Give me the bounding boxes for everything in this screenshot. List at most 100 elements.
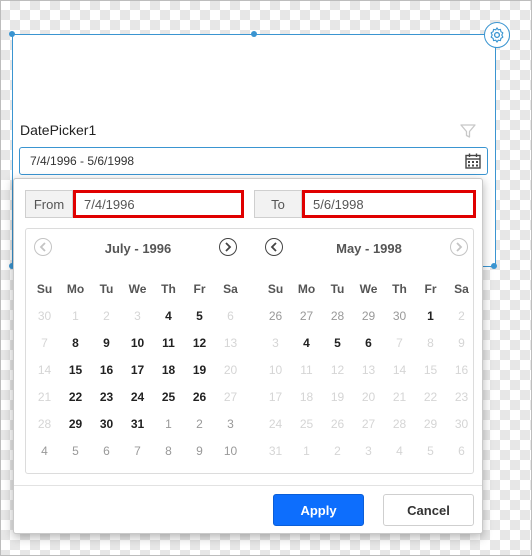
day-cell[interactable]: 1 <box>153 410 184 437</box>
day-cell: 16 <box>454 362 469 377</box>
day-cell[interactable]: 18 <box>153 356 184 383</box>
day-cell: 25 <box>299 416 314 431</box>
day-cell[interactable]: 5 <box>184 302 215 329</box>
day-cell[interactable]: 29 <box>353 302 384 329</box>
apply-button[interactable]: Apply <box>273 494 364 526</box>
date-range-popup: From 7/4/1996 To 5/6/1998 July - 1996 Su… <box>13 178 483 534</box>
day-cell: 30 <box>37 308 52 323</box>
day-cell[interactable]: 30 <box>91 410 122 437</box>
day-cell[interactable]: 11 <box>153 329 184 356</box>
day-cell[interactable]: 8 <box>153 437 184 464</box>
weekday-header: Tu <box>330 281 345 296</box>
resize-handle-top-left[interactable] <box>9 31 15 37</box>
left-month-title: July - 1996 <box>104 241 172 256</box>
day-cell[interactable]: 27 <box>291 302 322 329</box>
weekday-header: Th <box>392 281 407 296</box>
day-cell[interactable]: 22 <box>60 383 91 410</box>
day-cell[interactable]: 2 <box>184 410 215 437</box>
weekday-header: Su <box>267 281 284 296</box>
day-cell: 26 <box>330 416 345 431</box>
prev-month-icon[interactable] <box>34 238 52 256</box>
day-cell: 7 <box>396 335 403 350</box>
day-cell: 10 <box>268 362 283 377</box>
day-cell[interactable]: 30 <box>384 302 415 329</box>
day-cell[interactable]: 9 <box>91 329 122 356</box>
day-cell[interactable]: 9 <box>184 437 215 464</box>
day-cell[interactable]: 3 <box>215 410 246 437</box>
day-cell: 8 <box>427 335 434 350</box>
right-month-grid: Su Mo Tu We Th Fr Sa 26 27 28 29 30 1 2 3 4 5 6 7 8 9 10 11 12 1… <box>260 275 478 464</box>
day-cell: 23 <box>454 389 469 404</box>
day-cell[interactable]: 28 <box>322 302 353 329</box>
day-cell: 29 <box>423 416 438 431</box>
day-cell[interactable]: 4 <box>153 302 184 329</box>
right-month: May - 1998 Su Mo Tu We Th Fr Sa 26 27 28 29 30 1 2 3 4 5… <box>260 229 478 473</box>
weekday-header: Th <box>161 281 176 296</box>
weekday-header: Sa <box>454 281 469 296</box>
gear-icon[interactable] <box>484 22 510 48</box>
day-cell: 5 <box>427 443 434 458</box>
day-cell: 2 <box>334 443 341 458</box>
day-cell[interactable]: 23 <box>91 383 122 410</box>
next-month-icon[interactable] <box>450 238 468 256</box>
day-cell: 15 <box>423 362 438 377</box>
day-cell: 13 <box>223 335 238 350</box>
day-cell[interactable]: 5 <box>322 329 353 356</box>
day-cell[interactable]: 6 <box>91 437 122 464</box>
day-cell[interactable]: 12 <box>184 329 215 356</box>
day-cell[interactable]: 5 <box>60 437 91 464</box>
day-cell[interactable]: 10 <box>215 437 246 464</box>
weekday-header: Su <box>36 281 53 296</box>
day-cell[interactable]: 4 <box>291 329 322 356</box>
day-cell: 17 <box>268 389 283 404</box>
day-cell[interactable]: 19 <box>184 356 215 383</box>
to-input[interactable]: 5/6/1998 <box>302 190 476 218</box>
day-cell: 3 <box>134 308 141 323</box>
day-cell: 12 <box>330 362 345 377</box>
day-cell: 11 <box>300 362 313 377</box>
filter-icon[interactable] <box>460 124 476 143</box>
day-cell[interactable]: 24 <box>122 383 153 410</box>
day-cell: 28 <box>37 416 52 431</box>
day-cell[interactable]: 29 <box>60 410 91 437</box>
day-cell[interactable]: 4 <box>29 437 60 464</box>
day-cell[interactable]: 26 <box>184 383 215 410</box>
day-cell: 6 <box>458 443 465 458</box>
resize-handle-top[interactable] <box>251 31 257 37</box>
day-cell[interactable]: 26 <box>260 302 291 329</box>
day-cell[interactable]: 8 <box>60 329 91 356</box>
control-label: DatePicker1 <box>20 122 97 138</box>
day-cell[interactable]: 10 <box>122 329 153 356</box>
from-input[interactable]: 7/4/1996 <box>73 190 244 218</box>
day-cell[interactable]: 15 <box>60 356 91 383</box>
footer-divider <box>14 485 482 486</box>
cancel-button[interactable]: Cancel <box>383 494 474 526</box>
next-month-icon[interactable] <box>219 238 237 256</box>
day-cell[interactable]: 1 <box>415 302 446 329</box>
day-cell: 21 <box>392 389 407 404</box>
day-cell: 14 <box>37 362 52 377</box>
calendar-icon[interactable] <box>465 153 481 174</box>
prev-month-icon[interactable] <box>265 238 283 256</box>
day-cell: 30 <box>454 416 469 431</box>
day-cell[interactable]: 17 <box>122 356 153 383</box>
day-cell: 13 <box>361 362 376 377</box>
day-cell[interactable]: 7 <box>122 437 153 464</box>
weekday-header: Sa <box>223 281 238 296</box>
day-cell[interactable]: 31 <box>122 410 153 437</box>
resize-handle-bottom-right[interactable] <box>491 263 497 269</box>
day-cell: 7 <box>41 335 48 350</box>
day-cell[interactable]: 25 <box>153 383 184 410</box>
right-month-title: May - 1998 <box>336 241 402 256</box>
day-cell: 20 <box>223 362 238 377</box>
weekday-header: We <box>359 281 378 296</box>
day-cell: 20 <box>361 389 376 404</box>
day-cell: 2 <box>458 308 465 323</box>
date-range-input[interactable]: 7/4/1996 - 5/6/1998 <box>19 147 488 175</box>
day-cell[interactable]: 6 <box>353 329 384 356</box>
day-cell: 4 <box>396 443 403 458</box>
day-cell[interactable]: 16 <box>91 356 122 383</box>
weekday-header: Mo <box>66 281 85 296</box>
day-cell: 28 <box>392 416 407 431</box>
day-cell: 14 <box>392 362 407 377</box>
